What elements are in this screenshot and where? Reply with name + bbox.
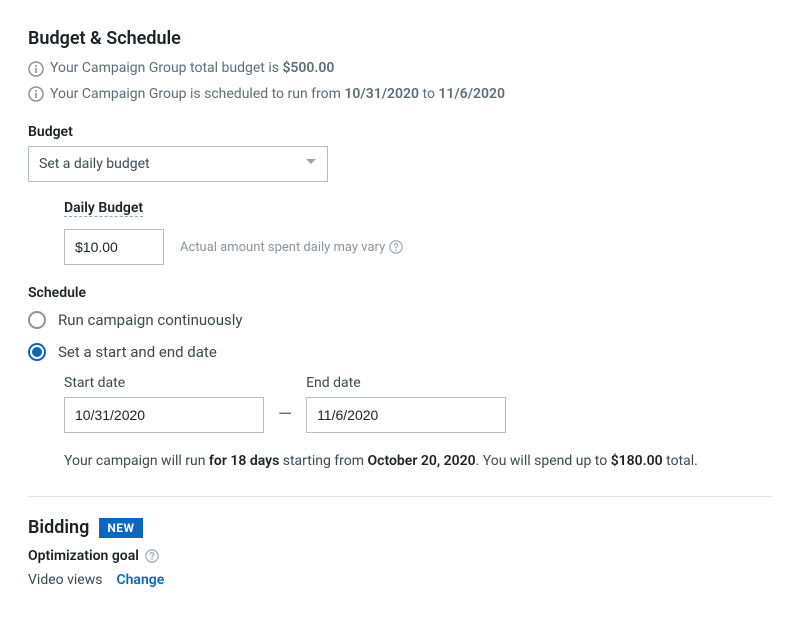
daily-budget-label: Daily Budget: [64, 200, 143, 217]
campaign-budget-info: Your Campaign Group total budget is $500…: [28, 59, 772, 79]
schedule-summary: Your campaign will run for 18 days start…: [64, 451, 772, 472]
radio-start-end-date[interactable]: Set a start and end date: [28, 343, 772, 361]
radio-label: Set a start and end date: [58, 343, 217, 361]
info-icon: [28, 86, 44, 102]
chevron-down-icon: [305, 156, 317, 172]
radio-icon: [28, 343, 46, 361]
info-icon: [28, 61, 44, 77]
change-optimization-goal-link[interactable]: Change: [116, 572, 164, 588]
radio-label: Run campaign continuously: [58, 311, 242, 329]
schedule-label: Schedule: [28, 285, 772, 301]
start-date-label: Start date: [64, 375, 264, 391]
help-icon[interactable]: [145, 549, 159, 563]
new-badge: NEW: [99, 518, 142, 538]
campaign-schedule-info: Your Campaign Group is scheduled to run …: [28, 85, 772, 105]
budget-schedule-title: Budget & Schedule: [28, 28, 772, 49]
daily-budget-input[interactable]: [64, 229, 164, 265]
budget-type-value: Set a daily budget: [39, 156, 150, 172]
budget-label: Budget: [28, 124, 772, 140]
end-date-input[interactable]: [306, 397, 506, 433]
budget-type-select[interactable]: Set a daily budget: [28, 146, 328, 182]
radio-run-continuously[interactable]: Run campaign continuously: [28, 311, 772, 329]
daily-budget-hint: Actual amount spent daily may vary: [180, 240, 403, 255]
optimization-goal-label: Optimization goal: [28, 548, 159, 564]
date-range-dash: —: [278, 404, 292, 433]
optimization-goal-value: Video views: [28, 572, 102, 588]
section-divider: [28, 496, 772, 497]
bidding-title: Bidding: [28, 517, 89, 538]
radio-icon: [28, 311, 46, 329]
end-date-label: End date: [306, 375, 506, 391]
start-date-input[interactable]: [64, 397, 264, 433]
help-icon[interactable]: [389, 240, 403, 254]
